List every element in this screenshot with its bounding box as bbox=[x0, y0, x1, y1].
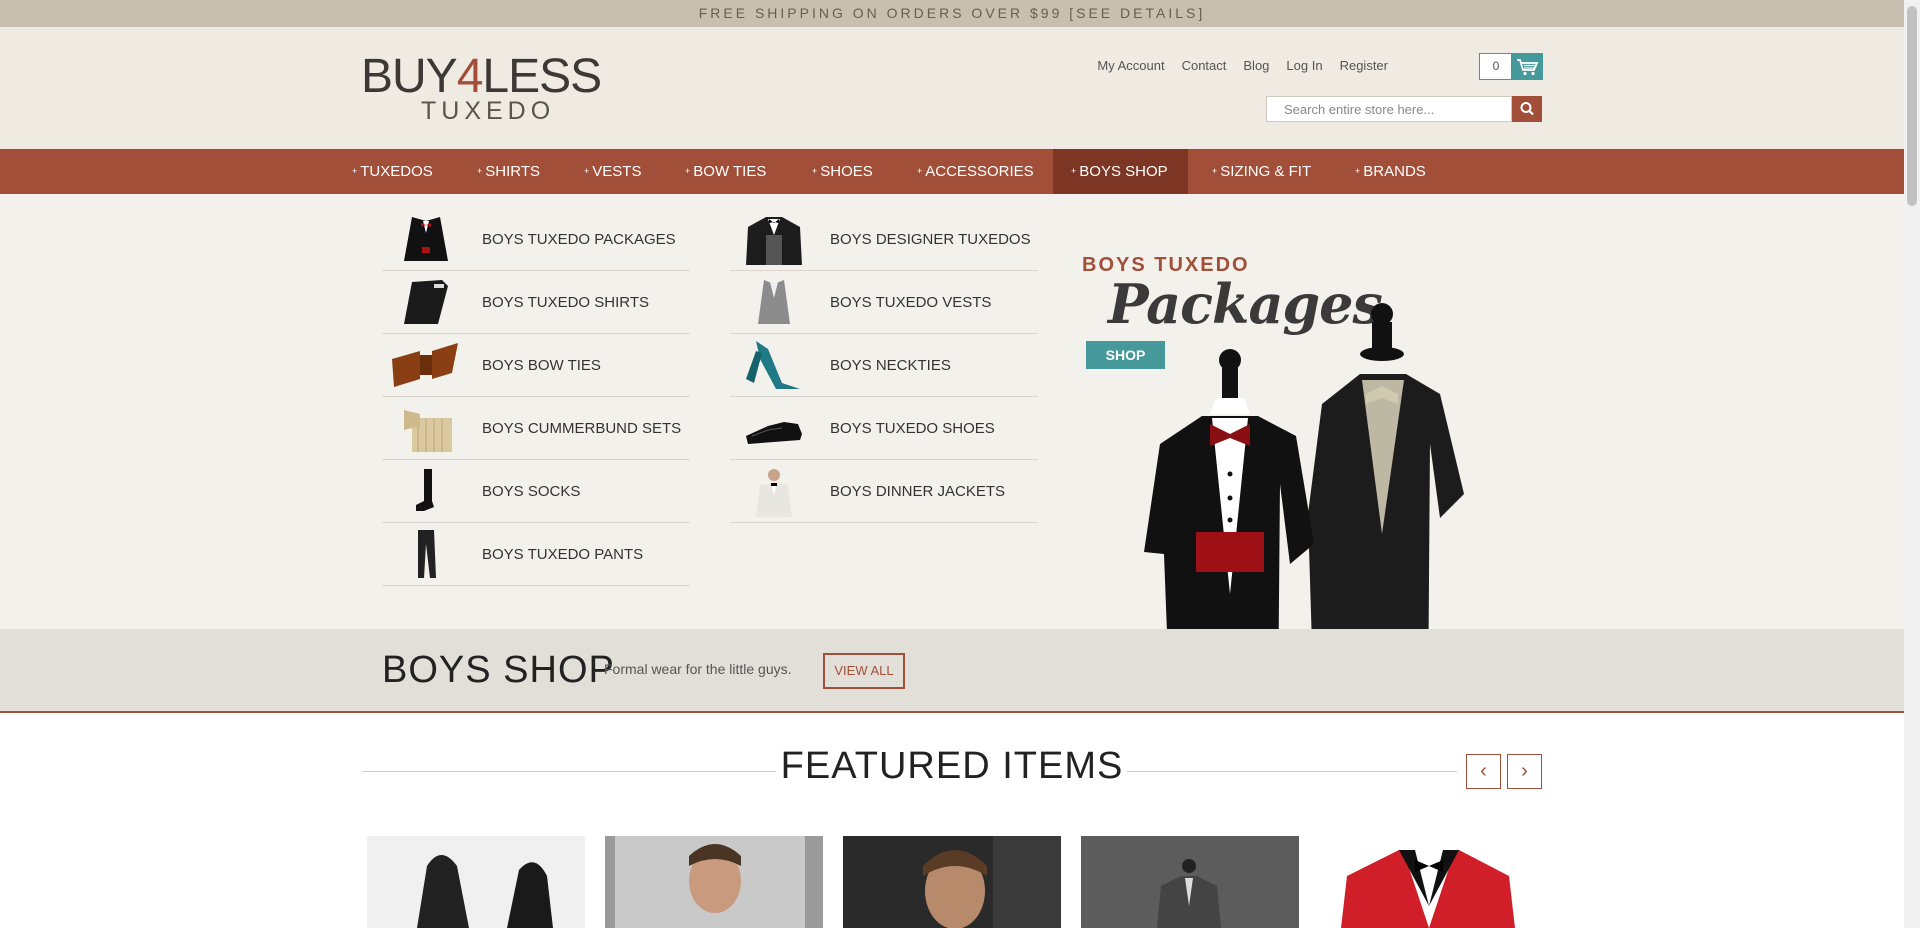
menu-boys-tuxedo-shirts[interactable]: BOYS TUXEDO SHIRTS bbox=[382, 272, 690, 334]
menu-boys-tuxedo-vests[interactable]: BOYS TUXEDO VESTS bbox=[730, 272, 1038, 334]
product-card-bag[interactable] bbox=[367, 836, 585, 928]
search-button[interactable] bbox=[1512, 96, 1542, 122]
search-input[interactable] bbox=[1266, 96, 1512, 122]
nav-boys-shop[interactable]: + BOYS SHOP bbox=[1053, 149, 1188, 194]
section-title: BOYS SHOP bbox=[382, 649, 615, 691]
tuxedo-pants-thumbnail bbox=[418, 530, 436, 578]
product-image-man-suit bbox=[615, 836, 805, 928]
account-links: My Account Contact Blog Log In Register bbox=[1097, 58, 1388, 73]
register-link[interactable]: Register bbox=[1340, 58, 1388, 73]
site-logo[interactable]: BUY4LESS TUXEDO bbox=[361, 50, 631, 125]
carousel-next-button[interactable]: › bbox=[1507, 754, 1542, 789]
nav-brands[interactable]: + BRANDS bbox=[1353, 149, 1428, 194]
product-card-suit-dark[interactable] bbox=[843, 836, 1061, 928]
divider-line-right bbox=[1127, 771, 1457, 772]
section-tagline: Formal wear for the little guys. bbox=[604, 661, 792, 677]
menu-boys-dinner-jackets[interactable]: BOYS DINNER JACKETS bbox=[730, 461, 1038, 523]
cart-icon bbox=[1511, 54, 1542, 79]
product-card-red-tuxedo[interactable] bbox=[1319, 836, 1537, 928]
nav-vests[interactable]: + VESTS bbox=[582, 149, 643, 194]
product-image-paisley-jacket bbox=[1157, 859, 1221, 928]
product-image-bag bbox=[417, 855, 553, 928]
cart-count: 0 bbox=[1492, 59, 1500, 73]
search-icon bbox=[1520, 102, 1534, 116]
necktie-thumbnail bbox=[746, 341, 800, 389]
tuxedo-package-thumbnail bbox=[404, 217, 448, 261]
menu-boys-socks[interactable]: BOYS SOCKS bbox=[382, 461, 690, 523]
menu-boys-cummerbund-sets[interactable]: BOYS CUMMERBUND SETS bbox=[382, 398, 690, 460]
menu-boys-bow-ties[interactable]: BOYS BOW TIES bbox=[382, 335, 690, 397]
cart-button[interactable]: 0 bbox=[1479, 53, 1543, 80]
my-account-link[interactable]: My Account bbox=[1097, 58, 1164, 73]
main-nav: + TUXEDOS + SHIRTS + VESTS + BOW TIES + SHOES… bbox=[0, 149, 1904, 194]
menu-boys-tuxedo-packages[interactable]: BOYS TUXEDO PACKAGES bbox=[382, 209, 690, 271]
nav-tuxedos[interactable]: + TUXEDOS bbox=[350, 149, 435, 194]
view-all-button[interactable]: VIEW ALL bbox=[823, 653, 905, 689]
boys-shop-mega-menu: BOYS TUXEDO PACKAGES BOYS TUXEDO SHIRTS … bbox=[0, 194, 1904, 629]
designer-tuxedo-thumbnail bbox=[746, 217, 802, 265]
logo-wordmark: BUY4LESS bbox=[361, 50, 602, 103]
logo-subtitle: TUXEDO bbox=[421, 97, 556, 125]
nav-shirts[interactable]: + SHIRTS bbox=[475, 149, 542, 194]
cummerbund-thumbnail bbox=[404, 410, 452, 452]
bow-tie-thumbnail bbox=[392, 343, 458, 387]
socks-thumbnail bbox=[416, 469, 434, 511]
tuxedo-shirt-thumbnail bbox=[404, 280, 448, 324]
product-image-red-tuxedo bbox=[1341, 850, 1515, 928]
free-shipping-banner[interactable]: FREE SHIPPING ON ORDERS OVER $99 [SEE DE… bbox=[0, 0, 1904, 27]
shoe-thumbnail bbox=[746, 422, 802, 444]
nav-accessories[interactable]: + ACCESSORIES bbox=[915, 149, 1036, 194]
nav-bow-ties[interactable]: + BOW TIES bbox=[683, 149, 768, 194]
featured-items-heading: FEATURED ITEMS bbox=[780, 745, 1124, 787]
menu-boys-neckties[interactable]: BOYS NECKTIES bbox=[730, 335, 1038, 397]
nav-shoes[interactable]: + SHOES bbox=[810, 149, 875, 194]
product-card-suit-gray[interactable] bbox=[605, 836, 823, 928]
menu-boys-tuxedo-pants[interactable]: BOYS TUXEDO PANTS bbox=[382, 524, 690, 586]
product-image-man-dark bbox=[923, 836, 1061, 928]
boys-shop-banner: BOYS SHOP Formal wear for the little guy… bbox=[0, 629, 1904, 713]
blog-link[interactable]: Blog bbox=[1243, 58, 1269, 73]
site-header: BUY4LESS TUXEDO My Account Contact Blog … bbox=[0, 27, 1904, 149]
product-card-paisley-jacket[interactable] bbox=[1081, 836, 1299, 928]
carousel-prev-button[interactable]: ‹ bbox=[1466, 754, 1501, 789]
menu-boys-designer-tuxedos[interactable]: BOYS DESIGNER TUXEDOS bbox=[730, 209, 1038, 271]
dinner-jacket-thumbnail bbox=[756, 469, 792, 517]
login-link[interactable]: Log In bbox=[1286, 58, 1322, 73]
contact-link[interactable]: Contact bbox=[1182, 58, 1227, 73]
menu-boys-tuxedo-shoes[interactable]: BOYS TUXEDO SHOES bbox=[730, 398, 1038, 460]
nav-sizing-fit[interactable]: + SIZING & FIT bbox=[1210, 149, 1313, 194]
scrollbar-thumb[interactable] bbox=[1907, 6, 1917, 206]
page-scrollbar[interactable] bbox=[1904, 0, 1920, 928]
vest-thumbnail bbox=[758, 280, 790, 324]
